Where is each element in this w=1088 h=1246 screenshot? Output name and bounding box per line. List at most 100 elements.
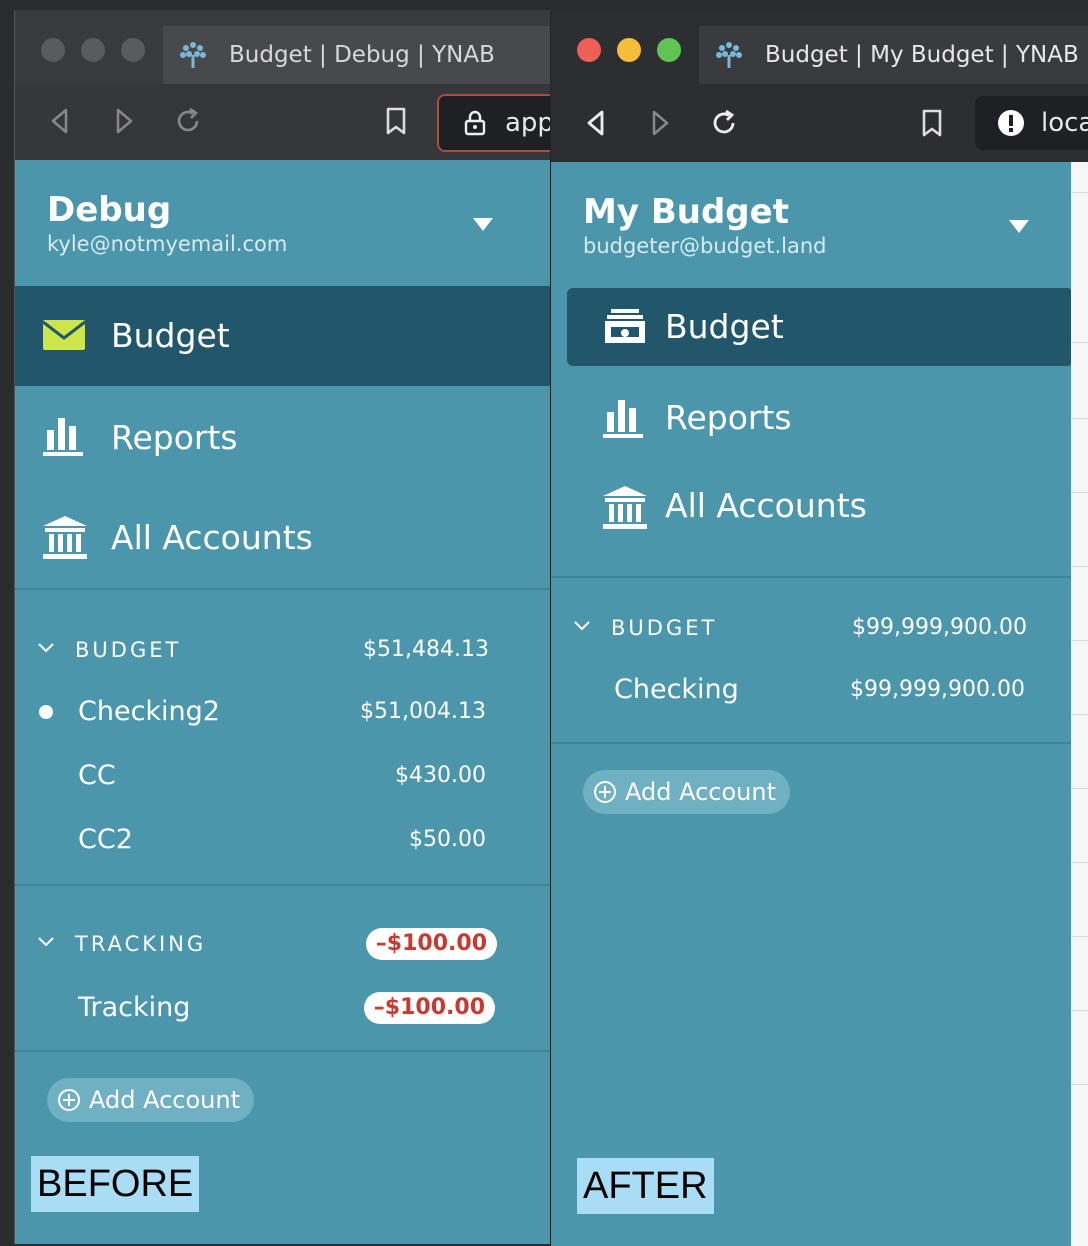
forward-icon[interactable] bbox=[645, 108, 675, 138]
back-icon[interactable] bbox=[45, 106, 75, 136]
bank-icon bbox=[43, 516, 87, 559]
address-bar[interactable]: loca bbox=[975, 96, 1088, 150]
browser-toolbar: app bbox=[15, 84, 551, 160]
selected-dot-icon bbox=[39, 705, 53, 719]
browser-tab[interactable]: Budget | Debug | YNAB bbox=[163, 26, 551, 84]
bar-chart-icon bbox=[43, 418, 83, 456]
budget-section-header[interactable]: BUDGET $99,999,900.00 bbox=[551, 608, 1071, 648]
nav-reports[interactable]: Reports bbox=[15, 388, 551, 488]
main-content-edge bbox=[1071, 162, 1088, 1246]
address-bar[interactable]: app bbox=[437, 94, 551, 152]
bookmark-icon[interactable] bbox=[381, 106, 411, 136]
bank-icon bbox=[603, 486, 647, 529]
section-amount: $51,484.13 bbox=[363, 637, 489, 662]
account-amount: $51,004.13 bbox=[360, 699, 486, 724]
nav-label: All Accounts bbox=[665, 486, 867, 525]
nav-budget[interactable]: Budget bbox=[15, 286, 551, 386]
forward-icon[interactable] bbox=[109, 106, 139, 136]
section-amount: $99,999,900.00 bbox=[852, 615, 1027, 640]
sidebar: Debug kyle@notmyemail.com Budget Reports… bbox=[15, 160, 551, 1244]
nav-all-accounts[interactable]: All Accounts bbox=[15, 488, 551, 588]
add-account-label: Add Account bbox=[625, 778, 776, 806]
plus-circle-icon bbox=[58, 1089, 80, 1111]
nav-label: Budget bbox=[111, 316, 230, 355]
negative-amount-badge: –$100.00 bbox=[363, 992, 495, 1024]
url-text: loca bbox=[1041, 108, 1088, 138]
nav-label: Budget bbox=[665, 307, 784, 346]
add-account-label: Add Account bbox=[89, 1086, 240, 1114]
bar-chart-icon bbox=[603, 400, 643, 438]
warning-icon bbox=[998, 110, 1024, 136]
minimize-window-button[interactable] bbox=[81, 38, 105, 62]
close-window-button[interactable] bbox=[41, 38, 65, 62]
add-account-button[interactable]: Add Account bbox=[583, 770, 790, 814]
section-label: TRACKING bbox=[75, 932, 207, 956]
nav-all-accounts[interactable]: All Accounts bbox=[551, 466, 1071, 546]
piggybank-icon bbox=[605, 309, 645, 343]
user-email: budgeter@budget.land bbox=[583, 234, 827, 258]
nav-budget[interactable]: Budget bbox=[567, 288, 1073, 366]
account-row[interactable]: Tracking –$100.00 bbox=[15, 988, 551, 1028]
account-row[interactable]: Checking $99,999,900.00 bbox=[551, 670, 1071, 710]
maximize-window-button[interactable] bbox=[657, 38, 681, 62]
user-email: kyle@notmyemail.com bbox=[47, 232, 288, 256]
before-caption: BEFORE bbox=[31, 1156, 200, 1212]
divider bbox=[15, 1050, 551, 1052]
reload-icon[interactable] bbox=[709, 108, 739, 138]
divider bbox=[551, 576, 1071, 578]
account-name: Checking bbox=[614, 674, 739, 705]
close-window-button[interactable] bbox=[577, 38, 601, 62]
account-amount: $430.00 bbox=[395, 763, 486, 788]
negative-amount-badge: –$100.00 bbox=[365, 928, 497, 960]
nav-label: All Accounts bbox=[111, 518, 313, 557]
envelope-icon bbox=[43, 320, 86, 350]
url-text: app bbox=[505, 108, 551, 138]
nav-reports[interactable]: Reports bbox=[551, 378, 1071, 458]
bookmark-icon[interactable] bbox=[917, 108, 947, 138]
account-row[interactable]: CC $430.00 bbox=[15, 756, 551, 796]
after-caption: AFTER bbox=[577, 1158, 714, 1214]
nav-label: Reports bbox=[111, 418, 238, 457]
account-name: Checking2 bbox=[78, 696, 220, 727]
maximize-window-button[interactable] bbox=[121, 38, 145, 62]
after-browser-window: Budget | My Budget | YNAB loca My Budget… bbox=[550, 12, 1088, 1246]
plus-circle-icon bbox=[594, 781, 616, 803]
ynab-tree-icon bbox=[180, 42, 206, 68]
account-name: CC2 bbox=[78, 824, 133, 855]
tab-bar: Budget | My Budget | YNAB bbox=[551, 12, 1088, 86]
budget-menu-caret-icon[interactable] bbox=[1009, 220, 1029, 233]
add-account-button[interactable]: Add Account bbox=[47, 1078, 254, 1122]
account-name: Tracking bbox=[78, 992, 191, 1023]
reload-icon[interactable] bbox=[173, 106, 203, 136]
budget-section-header[interactable]: BUDGET $51,484.13 bbox=[15, 630, 551, 670]
browser-toolbar: loca bbox=[551, 86, 1088, 162]
chevron-down-icon bbox=[38, 937, 54, 947]
account-row[interactable]: Checking2 $51,004.13 bbox=[15, 692, 551, 732]
lock-icon bbox=[464, 110, 486, 136]
chevron-down-icon bbox=[574, 621, 590, 631]
divider bbox=[15, 884, 551, 886]
tracking-section-header[interactable]: TRACKING –$100.00 bbox=[15, 924, 551, 964]
account-name: CC bbox=[78, 760, 116, 791]
back-icon[interactable] bbox=[581, 108, 611, 138]
ynab-tree-icon bbox=[716, 42, 742, 68]
budget-name[interactable]: My Budget bbox=[583, 192, 789, 232]
before-browser-window: Budget | Debug | YNAB app Debug kyle@not… bbox=[14, 10, 551, 1244]
tab-title: Budget | Debug | YNAB bbox=[229, 42, 495, 68]
account-row[interactable]: CC2 $50.00 bbox=[15, 820, 551, 860]
browser-tab[interactable]: Budget | My Budget | YNAB bbox=[699, 26, 1088, 84]
budget-name[interactable]: Debug bbox=[47, 190, 171, 230]
divider bbox=[15, 588, 551, 590]
account-amount: $50.00 bbox=[409, 827, 486, 852]
minimize-window-button[interactable] bbox=[617, 38, 641, 62]
divider bbox=[551, 742, 1071, 744]
section-label: BUDGET bbox=[611, 616, 718, 640]
chevron-down-icon bbox=[38, 643, 54, 653]
tab-bar: Budget | Debug | YNAB bbox=[15, 10, 551, 84]
sidebar: My Budget budgeter@budget.land Budget Re… bbox=[551, 162, 1073, 1246]
section-label: BUDGET bbox=[75, 638, 182, 662]
tab-title: Budget | My Budget | YNAB bbox=[765, 42, 1079, 68]
nav-label: Reports bbox=[665, 398, 792, 437]
account-amount: $99,999,900.00 bbox=[850, 677, 1025, 702]
budget-menu-caret-icon[interactable] bbox=[473, 218, 493, 231]
